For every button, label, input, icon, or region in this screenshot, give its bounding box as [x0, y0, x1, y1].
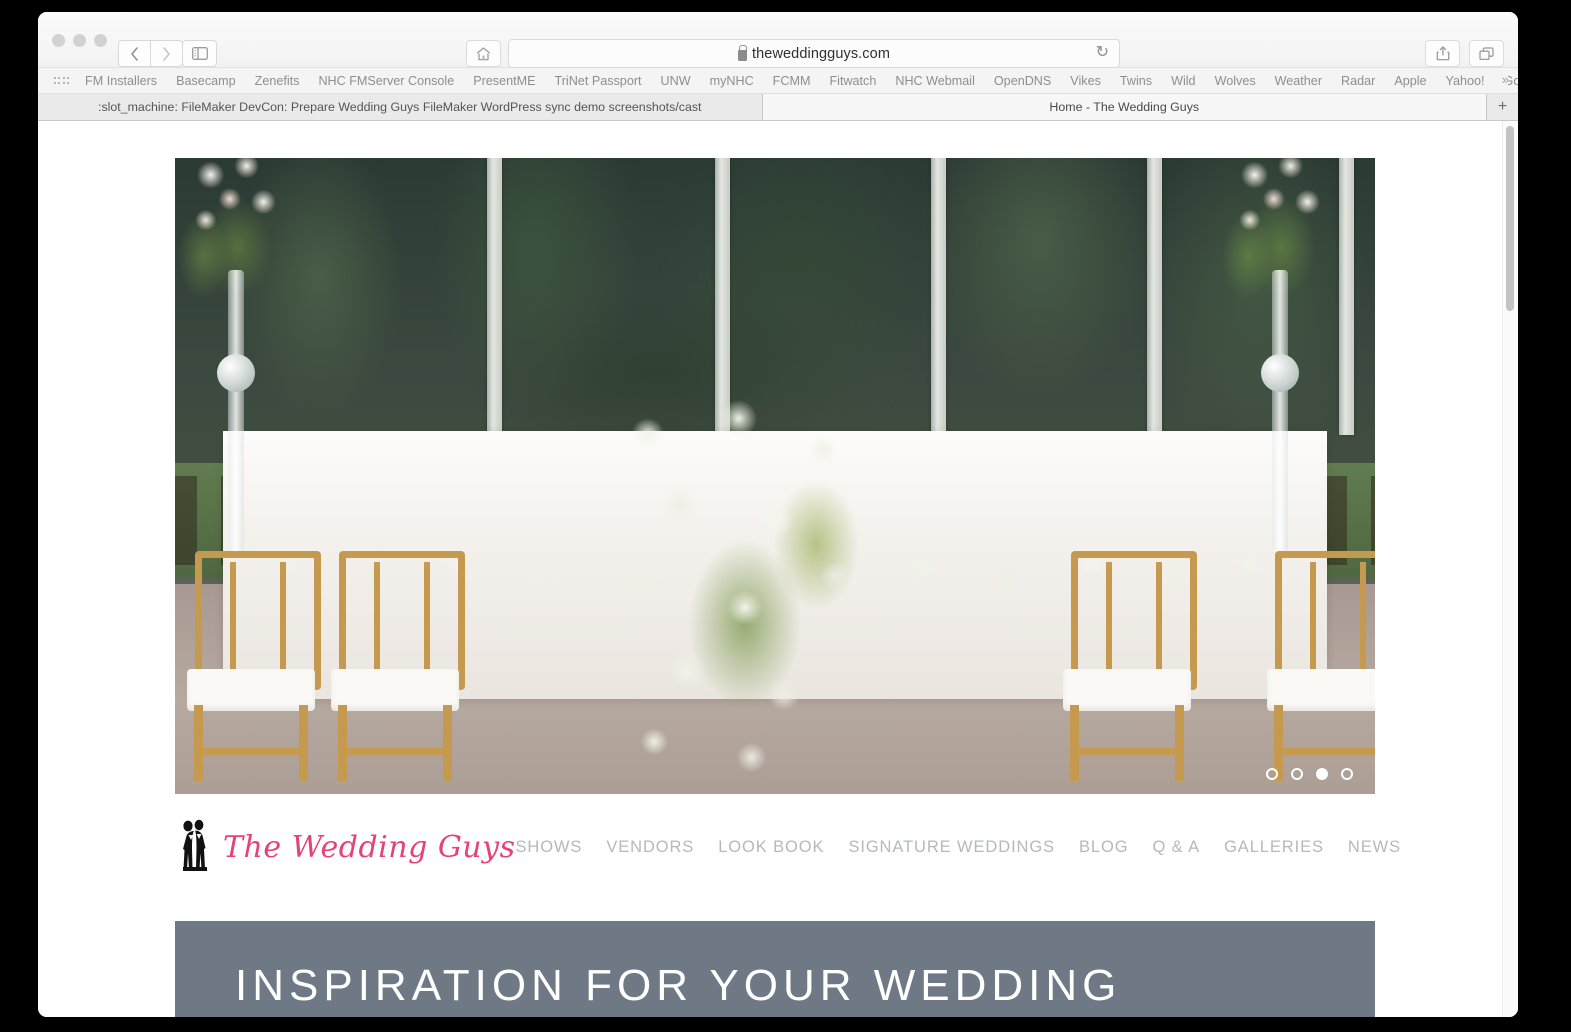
toolbar-right-buttons [1425, 40, 1504, 67]
bookmark-item[interactable]: OpenDNS [994, 74, 1051, 88]
hero-tall-vase [1221, 158, 1341, 553]
browser-toolbar: theweddingguys.com ↻ [38, 12, 1518, 68]
nav-item-galleries[interactable]: GALLERIES [1224, 838, 1324, 857]
bookmark-item[interactable]: Apple [1394, 74, 1426, 88]
page-viewport: The Wedding Guys SHOWS VENDORS LOOK BOOK… [38, 121, 1518, 1017]
site-header: The Wedding Guys SHOWS VENDORS LOOK BOOK… [175, 801, 1400, 893]
bookmark-item[interactable]: Fitwatch [829, 74, 876, 88]
inspiration-banner: INSPIRATION FOR YOUR WEDDING [175, 921, 1375, 1017]
web-page: The Wedding Guys SHOWS VENDORS LOOK BOOK… [38, 121, 1503, 1017]
address-bar-url: theweddingguys.com [751, 45, 891, 62]
minimize-window-button[interactable] [73, 34, 86, 47]
nav-item-vendors[interactable]: VENDORS [606, 838, 694, 857]
site-navigation: SHOWS VENDORS LOOK BOOK SIGNATURE WEDDIN… [515, 838, 1419, 857]
bookmarks-bar: FM Installers Basecamp Zenefits NHC FMSe… [38, 68, 1518, 94]
bookmark-item[interactable]: Wild [1171, 74, 1196, 88]
bookmark-item[interactable]: Weather [1275, 74, 1322, 88]
share-button[interactable] [1425, 40, 1460, 67]
page-scrollbar-thumb[interactable] [1506, 126, 1514, 311]
two-grooms-silhouette-icon [183, 819, 207, 871]
page-scrollbar[interactable] [1502, 121, 1518, 1017]
bookmark-item[interactable]: PresentME [473, 74, 535, 88]
forward-button[interactable] [151, 40, 183, 67]
home-icon [476, 46, 491, 60]
tab-bar: :slot_machine: FileMaker DevCon: Prepare… [38, 94, 1518, 121]
site-logo-text: The Wedding Guys [223, 829, 516, 865]
carousel-dot-1[interactable] [1266, 768, 1278, 780]
nav-item-look-book[interactable]: LOOK BOOK [718, 838, 824, 857]
tab-overview-button[interactable] [1469, 40, 1504, 67]
tab-overview-icon [1479, 46, 1494, 60]
hero-chair [1267, 551, 1375, 782]
banner-title: INSPIRATION FOR YOUR WEDDING [235, 961, 1122, 1010]
window-traffic-lights [52, 34, 107, 47]
bookmark-item[interactable]: Vikes [1070, 74, 1101, 88]
nav-item-news[interactable]: NEWS [1348, 838, 1401, 857]
hero-image [175, 158, 1375, 794]
nav-item-signature-weddings[interactable]: SIGNATURE WEDDINGS [848, 838, 1055, 857]
bookmark-item[interactable]: Yahoo! [1446, 74, 1485, 88]
reload-icon[interactable]: ↻ [1096, 45, 1109, 61]
apps-grid-icon[interactable] [54, 77, 70, 84]
close-window-button[interactable] [52, 34, 65, 47]
show-sidebar-button[interactable] [182, 40, 217, 67]
bookmark-item[interactable]: NHC FMServer Console [318, 74, 454, 88]
browser-tab-active[interactable]: Home - The Wedding Guys [762, 94, 1487, 120]
maximize-window-button[interactable] [94, 34, 107, 47]
carousel-dot-3-active[interactable] [1316, 768, 1328, 780]
bookmark-item[interactable]: UNW [661, 74, 691, 88]
back-button[interactable] [118, 40, 151, 67]
site-logo[interactable]: The Wedding Guys [175, 819, 515, 875]
hero-floral-cascade [583, 386, 907, 782]
lock-icon [737, 44, 748, 61]
new-tab-button[interactable]: + [1487, 94, 1518, 120]
address-bar[interactable]: theweddingguys.com ↻ [508, 39, 1120, 68]
hero-chair [331, 551, 465, 782]
bookmark-item[interactable]: Twins [1120, 74, 1152, 88]
chevron-right-icon [163, 46, 170, 61]
chevron-left-icon [131, 46, 138, 61]
nav-item-shows[interactable]: SHOWS [515, 838, 582, 857]
address-bar-content: theweddingguys.com [737, 44, 891, 62]
bookmark-item[interactable]: myNHC [710, 74, 754, 88]
hero-chair [187, 551, 321, 782]
carousel-dot-4[interactable] [1341, 768, 1353, 780]
browser-window: theweddingguys.com ↻ FM Installers Basec… [38, 12, 1518, 1017]
bookmark-item[interactable]: FCMM [773, 74, 811, 88]
hero-slideshow[interactable] [175, 158, 1375, 794]
bookmark-item[interactable]: FM Installers [85, 74, 157, 88]
bookmark-item[interactable]: TriNet Passport [555, 74, 642, 88]
bookmark-item[interactable]: Wolves [1215, 74, 1256, 88]
home-button[interactable] [466, 40, 501, 67]
bookmark-item[interactable]: NHC Webmail [895, 74, 975, 88]
carousel-dots [1266, 768, 1353, 780]
carousel-dot-2[interactable] [1291, 768, 1303, 780]
browser-tab[interactable]: :slot_machine: FileMaker DevCon: Prepare… [38, 94, 763, 120]
navigation-buttons [118, 40, 183, 67]
bookmarks-overflow-button[interactable]: » [1493, 72, 1509, 87]
bookmark-item[interactable]: Zenefits [255, 74, 300, 88]
nav-item-blog[interactable]: BLOG [1079, 838, 1128, 857]
hero-tall-vase [177, 158, 297, 553]
share-icon [1436, 46, 1449, 61]
hero-chair [1063, 551, 1197, 782]
nav-item-q-and-a[interactable]: Q & A [1152, 838, 1200, 857]
sidebar-icon [191, 47, 208, 60]
bookmark-item[interactable]: Radar [1341, 74, 1375, 88]
bookmark-item[interactable]: Basecamp [176, 74, 236, 88]
